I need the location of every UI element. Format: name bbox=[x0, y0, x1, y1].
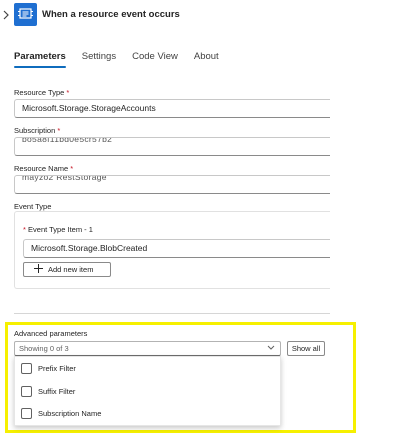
resource-name-label: Resource Name * bbox=[14, 164, 74, 173]
subscription-field[interactable]: bo5a8f11bd0e5cr57b2 bbox=[14, 137, 330, 156]
event-grid-icon bbox=[14, 3, 37, 26]
page-title: When a resource event occurs bbox=[42, 9, 180, 20]
resource-type-label: Resource Type * bbox=[14, 88, 70, 97]
event-type-item-label: * Event Type Item - 1 bbox=[23, 225, 93, 234]
advanced-parameters-dropdown[interactable]: Showing 0 of 3 bbox=[14, 341, 281, 356]
tab-code-view[interactable]: Code View bbox=[132, 51, 178, 67]
section-divider bbox=[14, 313, 330, 314]
show-all-button[interactable]: Show all bbox=[287, 341, 325, 356]
tab-settings[interactable]: Settings bbox=[82, 51, 116, 67]
event-type-item-field[interactable]: Microsoft.Storage.BlobCreated bbox=[23, 239, 330, 258]
add-new-item-button[interactable]: Add new item bbox=[23, 262, 111, 277]
subscription-label: Subscription * bbox=[14, 126, 61, 135]
option-prefix-filter[interactable]: Prefix Filter bbox=[21, 361, 76, 375]
checkbox[interactable] bbox=[21, 362, 32, 374]
advanced-parameters-menu: Prefix Filter Suffix Filter Subscription… bbox=[14, 356, 281, 426]
resource-type-field[interactable]: Microsoft.Storage.StorageAccounts bbox=[14, 99, 330, 118]
tab-about[interactable]: About bbox=[194, 51, 219, 67]
chevron-down-icon bbox=[267, 345, 275, 350]
chevron-right-icon[interactable] bbox=[1, 9, 11, 21]
resource-name-field[interactable]: mayzo2 RestStorage bbox=[14, 175, 330, 194]
checkbox[interactable] bbox=[21, 407, 32, 419]
dropdown-text: Showing 0 of 3 bbox=[19, 344, 69, 353]
tab-parameters[interactable]: Parameters bbox=[14, 51, 66, 68]
event-type-label: Event Type bbox=[14, 202, 52, 211]
plus-icon bbox=[34, 264, 43, 273]
option-suffix-filter[interactable]: Suffix Filter bbox=[21, 384, 75, 398]
advanced-parameters-label: Advanced parameters bbox=[14, 329, 88, 338]
option-subscription-name[interactable]: Subscription Name bbox=[21, 406, 101, 420]
checkbox[interactable] bbox=[21, 385, 32, 397]
tab-bar: Parameters Settings Code View About bbox=[14, 51, 235, 68]
